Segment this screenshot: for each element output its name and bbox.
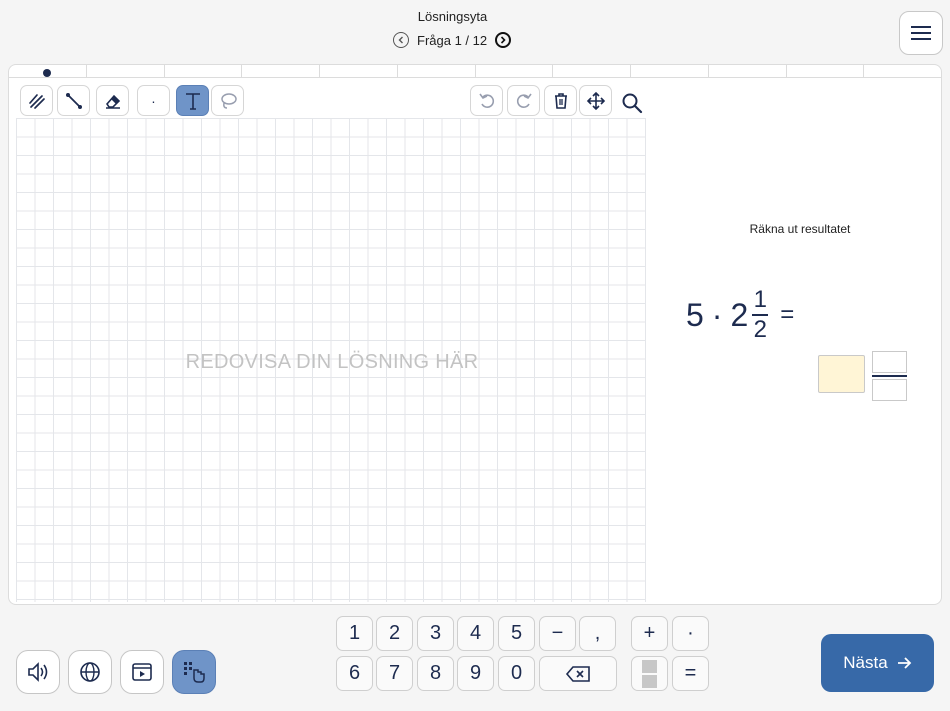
progress-segment xyxy=(397,65,476,78)
equation-numerator: 1 xyxy=(753,286,767,313)
progress-current-dot xyxy=(43,69,51,77)
move-button[interactable] xyxy=(579,85,612,116)
keypad-toggle-button[interactable] xyxy=(172,650,216,694)
key-1[interactable]: 1 xyxy=(336,616,373,651)
progress-segment xyxy=(631,65,709,78)
progress-segment xyxy=(86,65,165,78)
key-0[interactable]: 0 xyxy=(498,656,535,691)
key-7[interactable]: 7 xyxy=(376,656,413,691)
chevron-left-icon xyxy=(398,36,403,44)
line-tool-button[interactable] xyxy=(57,85,90,116)
lasso-icon xyxy=(220,92,237,109)
equation-denominator: 2 xyxy=(753,316,767,343)
line-icon xyxy=(65,92,82,109)
key-backspace[interactable] xyxy=(539,656,617,691)
answer-numerator-input[interactable] xyxy=(872,351,907,373)
drawing-placeholder: REDOVISA DIN LÖSNING HÄR xyxy=(185,351,479,373)
arrow-right-icon xyxy=(897,657,911,669)
progress-segment xyxy=(320,65,398,78)
progress-segment xyxy=(475,65,554,78)
next-button-label: Nästa xyxy=(843,653,888,672)
globe-icon xyxy=(80,662,100,682)
next-button[interactable]: Nästa xyxy=(821,634,934,692)
key-5[interactable]: 5 xyxy=(498,616,535,651)
pen-tool-button[interactable] xyxy=(20,85,53,116)
answer-denominator-input[interactable] xyxy=(872,379,907,401)
question-instruction: Räkna ut resultatet xyxy=(749,222,851,236)
next-question-arrow[interactable] xyxy=(495,32,512,48)
touch-keypad-icon xyxy=(184,662,205,683)
menu-button[interactable] xyxy=(899,11,943,55)
equation: 5 · 2 1 2 = xyxy=(686,280,794,350)
video-button[interactable] xyxy=(120,650,164,694)
redo-button[interactable] xyxy=(507,85,540,116)
progress-segment xyxy=(864,65,941,78)
previous-question-button[interactable] xyxy=(393,32,409,48)
progress-segment xyxy=(242,65,320,78)
equation-whole: 5 xyxy=(686,296,704,333)
language-button[interactable] xyxy=(68,650,112,694)
progress-track xyxy=(9,65,941,78)
eraser-tool-button[interactable] xyxy=(96,85,129,116)
key-fraction[interactable] xyxy=(631,656,668,691)
backspace-icon xyxy=(565,665,590,682)
equation-fraction: 1 2 xyxy=(752,286,769,343)
answer-fraction-line xyxy=(872,375,907,377)
eraser-icon xyxy=(105,94,120,109)
lasso-tool-button[interactable] xyxy=(211,85,244,116)
key-multiply[interactable]: · xyxy=(672,616,709,651)
dot-tool-button[interactable]: · xyxy=(137,85,170,116)
progress-segment xyxy=(708,65,787,78)
key-plus[interactable]: + xyxy=(631,616,668,651)
question-navigation: Fråga 1 / 12 xyxy=(393,32,512,48)
page-title: Lösningsyta xyxy=(417,9,488,24)
progress-segment xyxy=(786,65,865,78)
key-6[interactable]: 6 xyxy=(336,656,373,691)
answer-whole-input[interactable] xyxy=(818,355,865,393)
video-icon xyxy=(132,663,152,681)
move-icon xyxy=(586,91,605,110)
redo-icon xyxy=(516,93,532,108)
key-4[interactable]: 4 xyxy=(457,616,494,651)
key-equals[interactable]: = xyxy=(672,656,709,691)
question-counter: Fråga 1 / 12 xyxy=(417,32,488,48)
progress-segment xyxy=(553,65,631,78)
solution-panel: REDOVISA DIN LÖSNING HÄR · xyxy=(8,64,942,605)
equation-equals: = xyxy=(780,301,795,328)
key-comma[interactable]: , xyxy=(579,616,616,651)
undo-button[interactable] xyxy=(470,85,503,116)
key-2[interactable]: 2 xyxy=(376,616,413,651)
delete-button[interactable] xyxy=(544,85,577,116)
key-8[interactable]: 8 xyxy=(417,656,454,691)
chevron-right-icon xyxy=(501,36,506,44)
fraction-key-icon xyxy=(642,659,657,688)
audio-button[interactable] xyxy=(16,650,60,694)
hamburger-icon xyxy=(911,26,931,40)
progress-segment xyxy=(164,65,243,78)
equation-mixed-whole: 2 xyxy=(730,296,749,333)
trash-icon xyxy=(554,92,567,109)
text-icon xyxy=(185,92,200,110)
key-minus[interactable]: − xyxy=(539,616,576,651)
speaker-icon xyxy=(28,662,48,682)
text-tool-button[interactable] xyxy=(176,85,209,116)
pen-icon xyxy=(28,93,45,109)
key-9[interactable]: 9 xyxy=(457,656,494,691)
undo-icon xyxy=(478,93,494,108)
search-icon[interactable] xyxy=(620,91,644,115)
equation-operator: · xyxy=(711,296,723,333)
key-3[interactable]: 3 xyxy=(417,616,454,651)
